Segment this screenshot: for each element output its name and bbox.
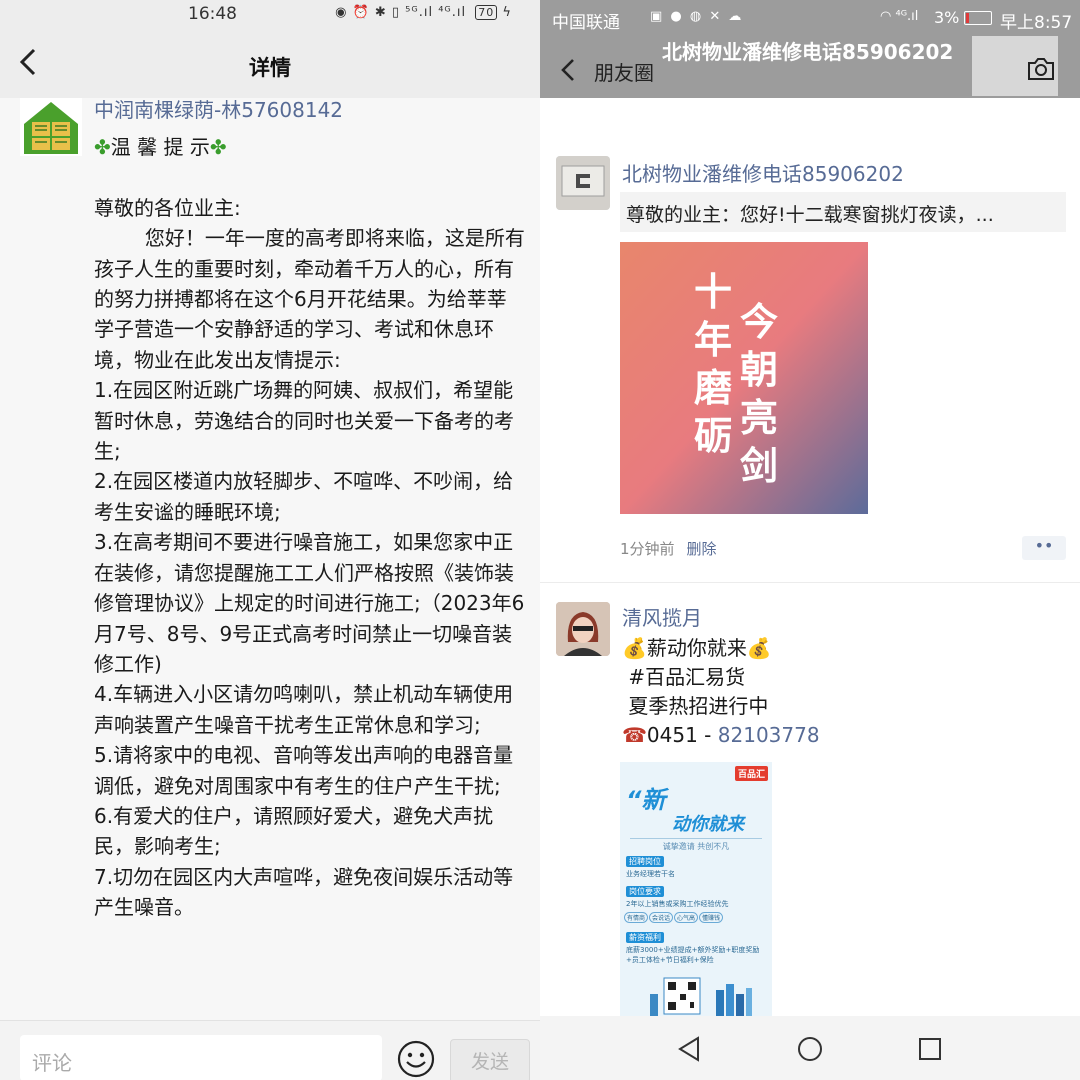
flyer-section: 招聘岗位 — [626, 856, 664, 867]
moments-title: 朋友圈 — [594, 61, 654, 85]
flyer-text: 业务经理若干名 — [626, 870, 675, 878]
wifi-icon: ◠ ⁴ᴳ.ıl — [880, 9, 919, 24]
flyer-headline-a: “新 — [626, 786, 666, 814]
paragraph: 2.在园区楼道内放轻脚步、不喧哗、不吵闹，给考生安谧的睡眠环境; — [94, 469, 514, 524]
status-bar: 中国联通 ▣ ● ◍ ✕ ☁ ◠ ⁴ᴳ.ıl 3% 早上8:57 — [540, 0, 1080, 36]
nav-bar: 北树物业潘维修电话85906202 朋友圈 — [540, 36, 1080, 98]
clover-icon: ✤ — [94, 135, 111, 159]
post-time: 1分钟前 — [620, 540, 675, 558]
post-line: #百品汇易货 — [628, 665, 746, 689]
paragraph: 3.在高考期间不要进行噪音施工，如果您家中正在装修，请您提醒施工工人们严格按照《… — [94, 530, 525, 676]
status-time: 早上8:57 — [1000, 13, 1073, 33]
avatar-portrait-icon — [556, 602, 610, 656]
flyer-slogan: 诚挚邀请 共创不凡 — [630, 838, 762, 852]
poster-name[interactable]: 中润南棵绿荫-林57608142 — [94, 94, 343, 123]
post-image[interactable]: 十年磨砺 今朝亮剑 — [620, 242, 868, 514]
shared-link[interactable]: 尊敬的业主：您好!十二载寒窗挑灯夜读，... — [620, 192, 1066, 232]
brand-logo: 百品汇 — [734, 766, 768, 781]
phone-link[interactable]: 82103778 — [718, 723, 820, 747]
more-button[interactable]: •• — [1022, 536, 1066, 560]
money-bag-icon: 💰 — [622, 636, 647, 660]
flyer-tag: 懂赚钱 — [699, 912, 724, 923]
avatar-house-icon[interactable] — [20, 98, 82, 156]
post-detail: 中润南棵绿荫-林57608142 ✤温 馨 提 示✤ 尊敬的各位业主: 您好！一… — [0, 98, 540, 1020]
nav-home-icon[interactable] — [797, 1036, 823, 1062]
post-body: ✤温 馨 提 示✤ 尊敬的各位业主: 您好！一年一度的高考即将来临，这是所有孩子… — [94, 132, 526, 923]
page-title: 详情 — [249, 56, 291, 80]
charging-icon: ϟ — [502, 5, 512, 20]
comment-placeholder: 评论 — [32, 1051, 72, 1075]
moment-post: 北树物业潘维修电话85906202 尊敬的业主：您好!十二载寒窗挑灯夜读，...… — [540, 150, 1080, 580]
battery-indicator: 70 — [475, 5, 498, 20]
post-line: ☎0451 - 82103778 — [622, 723, 820, 747]
shared-link-text: 尊敬的业主：您好!十二载寒窗挑灯夜读，... — [626, 204, 994, 226]
flyer-text: 底薪3000+业绩提成+额外奖励+职度奖励+员工体检+节日福利+保险 — [626, 946, 760, 964]
poster-text-right: 今朝亮剑 — [740, 300, 779, 488]
comment-bar: 评论 发送 — [0, 1020, 540, 1080]
comment-input[interactable]: 评论 — [20, 1035, 382, 1080]
left-screenshot: 16:48 ◉ ⏰ ✱ ▯ ⁵ᴳ.ıl ⁴ᴳ.ıl 70 ϟ 详情 中润南棵绿荫… — [0, 0, 540, 1080]
divider — [540, 582, 1080, 583]
status-time: 16:48 — [188, 4, 237, 24]
paragraph: 尊敬的各位业主: — [94, 195, 241, 220]
status-icons: ◉ ⏰ ✱ ▯ ⁵ᴳ.ıl ⁴ᴳ.ıl 70 ϟ — [335, 5, 512, 20]
carrier-name: 中国联通 — [552, 13, 620, 33]
flyer-tag: 会说话 — [649, 912, 674, 923]
money-bag-icon: 💰 — [746, 636, 772, 660]
flyer-illustration — [620, 972, 772, 1018]
avatar-building-icon — [556, 156, 610, 210]
flyer-section: 岗位要求 — [626, 886, 664, 897]
right-screenshot: 中国联通 ▣ ● ◍ ✕ ☁ ◠ ⁴ᴳ.ıl 3% 早上8:57 北树物业潘维修… — [540, 0, 1080, 1080]
flyer-text: 2年以上销售或采购工作经验优先 — [626, 900, 729, 908]
paragraph: 7.切勿在园区内大声喧哗，避免夜间娱乐活动等产生噪音。 — [94, 864, 514, 920]
flyer-tag: 心气高 — [674, 912, 699, 923]
poster-text-left: 十年磨砺 — [694, 270, 733, 458]
overlay-title: 北树物业潘维修电话85906202 — [662, 40, 954, 64]
flyer-headline-b: 动你就来 — [672, 814, 744, 835]
android-nav-bar — [540, 1016, 1080, 1080]
paragraph: 您好！一年一度的高考即将来临，这是所有孩子人生的重要时刻，牵动着千万人的心，所有… — [94, 226, 525, 372]
back-icon[interactable] — [556, 54, 580, 86]
paragraph: 4.车辆进入小区请勿鸣喇叭，禁止机动车辆使用声响装置产生噪音干扰考生正常休息和学… — [94, 682, 514, 737]
send-button[interactable]: 发送 — [450, 1039, 530, 1080]
flyer-tags: 有情商 会说话 心气高 懂赚钱 — [624, 912, 770, 923]
moment-post: 清风揽月 💰薪动你就来💰 #百品汇易货 夏季热招进行中 ☎0451 - 8210… — [540, 596, 1080, 1018]
paragraph: 5.请将家中的电视、音响等发出声响的电器音量调低，避免对周围家中有考生的住户产生… — [94, 743, 514, 798]
status-bar: 16:48 ◉ ⏰ ✱ ▯ ⁵ᴳ.ıl ⁴ᴳ.ıl 70 ϟ — [0, 0, 540, 30]
avatar[interactable] — [556, 602, 610, 656]
emoji-icon[interactable] — [397, 1040, 435, 1078]
battery-icon — [964, 11, 992, 25]
nav-recents-icon[interactable] — [918, 1037, 942, 1061]
poster-name[interactable]: 清风揽月 — [622, 602, 702, 631]
telephone-icon: ☎ — [622, 723, 647, 747]
camera-icon[interactable] — [1026, 56, 1056, 82]
post-meta: 1分钟前 删除 — [620, 538, 717, 559]
post-text: 💰薪动你就来💰 #百品汇易货 夏季热招进行中 ☎0451 - 82103778 — [622, 634, 820, 750]
battery-percent: 3% — [934, 8, 960, 27]
post-image[interactable]: 百品汇 “新 动你就来 诚挚邀请 共创不凡 招聘岗位 业务经理若干名 岗位要求 … — [620, 762, 772, 1018]
flyer-tag: 有情商 — [624, 912, 649, 923]
paragraph: 1.在园区附近跳广场舞的阿姨、叔叔们，希望能暂时休息，劳逸结合的同时也关爱一下备… — [94, 378, 514, 464]
clover-icon: ✤ — [209, 135, 227, 159]
notification-icons: ▣ ● ◍ ✕ ☁ — [650, 9, 744, 24]
nav-back-icon[interactable] — [676, 1036, 702, 1062]
nav-bar: 详情 — [0, 30, 540, 98]
poster-name[interactable]: 北树物业潘维修电话85906202 — [622, 158, 904, 187]
post-line: 夏季热招进行中 — [628, 694, 769, 718]
delete-link[interactable]: 删除 — [687, 540, 717, 558]
flyer-section: 薪资福利 — [626, 932, 664, 943]
avatar[interactable] — [556, 156, 610, 210]
post-line: 💰薪动你就来💰 — [622, 636, 772, 660]
paragraph: 6.有爱犬的住户，请照顾好爱犬，避免犬声扰民，影响考生; — [94, 803, 494, 859]
notice-heading: ✤温 馨 提 示✤ — [94, 135, 227, 159]
